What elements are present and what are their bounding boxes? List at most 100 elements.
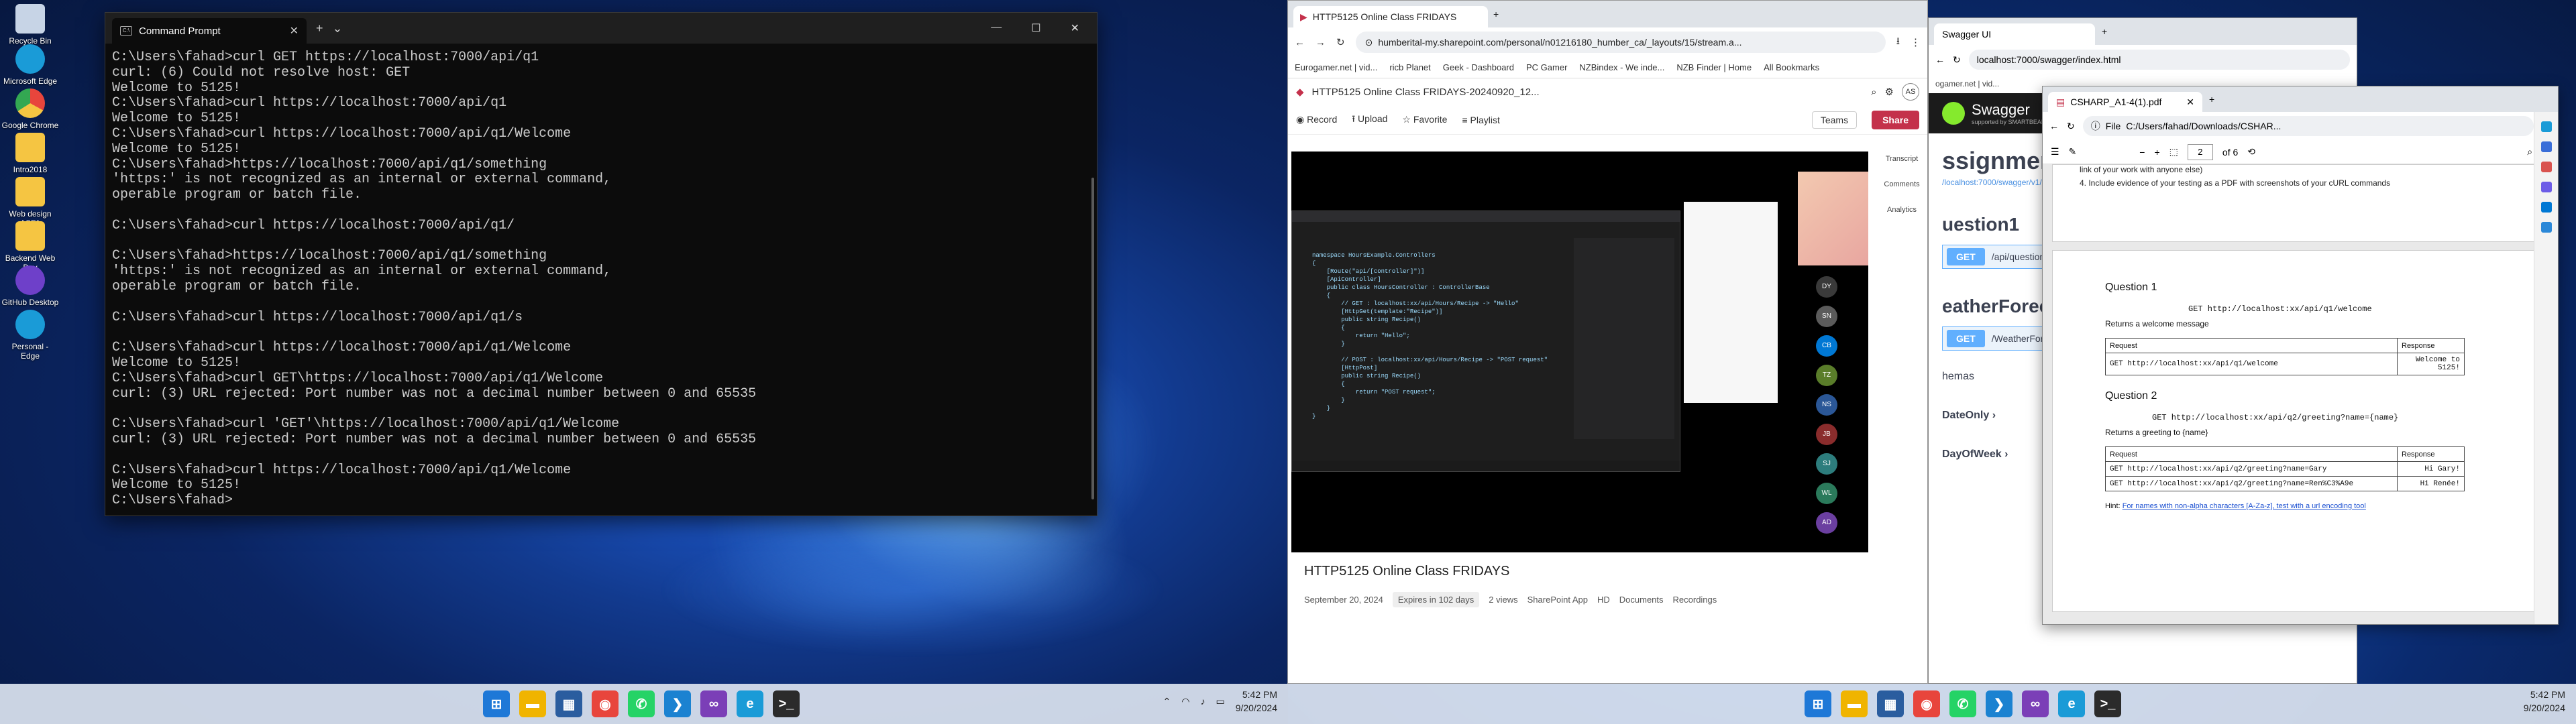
vscode-icon[interactable]: ❯: [664, 690, 691, 717]
desktop-icon-recycle-bin[interactable]: Recycle Bin: [1, 4, 59, 46]
address-bar[interactable]: ⓘ File C:/Users/fahad/Downloads/CSHAR...: [2082, 116, 2534, 136]
chrome-icon[interactable]: ◉: [592, 690, 619, 717]
visual-studio-icon[interactable]: ∞: [700, 690, 727, 717]
minimize-button[interactable]: —: [991, 21, 1002, 35]
close-button[interactable]: ✕: [1071, 21, 1079, 35]
toolbar-playlist-button[interactable]: ≡ Playlist: [1462, 115, 1499, 125]
meta-item[interactable]: Recordings: [1673, 595, 1717, 605]
bookmark-item[interactable]: All Bookmarks: [1764, 62, 1819, 72]
clock[interactable]: 5:42 PM 9/20/2024: [1236, 688, 1277, 715]
desktop-icon-edge-personal[interactable]: Personal - Edge: [1, 310, 59, 361]
fit-page-icon[interactable]: ⬚: [2169, 146, 2178, 158]
new-tab-button[interactable]: +: [1493, 9, 1499, 19]
browser-tab[interactable]: Swagger UI: [1934, 23, 2095, 45]
bookmark-item[interactable]: ricb Planet: [1389, 62, 1430, 72]
bookmark-item[interactable]: NZBindex - We inde...: [1579, 62, 1664, 72]
chrome-icon[interactable]: ◉: [1913, 690, 1940, 717]
wifi-icon[interactable]: ◠: [1181, 696, 1189, 707]
meta-item[interactable]: Documents: [1619, 595, 1664, 605]
bookmark-item[interactable]: NZB Finder | Home: [1676, 62, 1752, 72]
back-icon[interactable]: ←: [1295, 37, 1305, 48]
calculator-icon[interactable]: ▦: [555, 690, 582, 717]
address-bar[interactable]: localhost:7000/swagger/index.html: [1968, 50, 2350, 70]
windows-start-icon[interactable]: ⊞: [1805, 690, 1831, 717]
shopping-icon[interactable]: [2540, 162, 2552, 172]
bookmark-item[interactable]: PC Gamer: [1526, 62, 1567, 72]
new-tab-button[interactable]: +: [2102, 26, 2107, 37]
desktop-icon-chrome[interactable]: Google Chrome: [1, 88, 59, 130]
rail-analytics-button[interactable]: Analytics: [1882, 206, 1922, 214]
search-icon[interactable]: [2540, 141, 2552, 152]
clock[interactable]: 5:42 PM 9/20/2024: [2524, 688, 2565, 715]
whatsapp-icon[interactable]: ✆: [628, 690, 655, 717]
browser-tab[interactable]: ▤ CSHARP_A1-4(1).pdf ✕: [2048, 92, 2202, 112]
pdf-canvas[interactable]: link of your work with anyone else) 4. I…: [2043, 164, 2558, 624]
rotate-icon[interactable]: ⟲: [2247, 146, 2255, 158]
share-button[interactable]: Share: [1872, 110, 1919, 129]
reload-icon[interactable]: ↻: [1953, 54, 1961, 66]
desktop-icon-folder[interactable]: Web design ASF1: [1, 177, 59, 228]
reload-icon[interactable]: ↻: [1336, 36, 1345, 48]
close-icon[interactable]: ✕: [2186, 97, 2194, 108]
cmd-titlebar[interactable]: C:\ Command Prompt ✕ + ⌄ — ☐ ✕: [105, 13, 1097, 44]
maximize-button[interactable]: ☐: [1031, 21, 1040, 35]
terminal-icon[interactable]: >_: [773, 690, 800, 717]
desktop-icon-edge[interactable]: Microsoft Edge: [1, 44, 59, 86]
desktop-icon-folder[interactable]: Backend Web Dev: [1, 221, 59, 272]
edge-icon[interactable]: e: [2058, 690, 2085, 717]
video-player[interactable]: namespace HoursExample.Controllers { [Ro…: [1291, 152, 1868, 552]
url-encoding-tool-link[interactable]: For names with non-alpha characters [A-Z…: [2123, 502, 2366, 510]
volume-icon[interactable]: ♪: [1200, 696, 1205, 707]
games-icon[interactable]: [2540, 222, 2552, 233]
teams-button[interactable]: Teams: [1811, 111, 1858, 129]
search-icon[interactable]: ⌕: [1871, 86, 1876, 98]
calculator-icon[interactable]: ▦: [1877, 690, 1904, 717]
outlook-icon[interactable]: [2540, 202, 2552, 213]
visual-studio-icon[interactable]: ∞: [2022, 690, 2049, 717]
settings-icon[interactable]: ⚙: [1885, 86, 1894, 98]
chevron-up-icon[interactable]: ⌃: [1163, 696, 1171, 707]
toolbar-upload-button[interactable]: ⭱ Upload: [1352, 112, 1387, 128]
page-number-input[interactable]: 2: [2187, 143, 2213, 160]
bookmark-item[interactable]: Geek - Dashboard: [1443, 62, 1514, 72]
address-bar[interactable]: ⊙ humberital-my.sharepoint.com/personal/…: [1355, 32, 1886, 53]
draw-icon[interactable]: ✎: [2069, 146, 2077, 158]
back-icon[interactable]: ←: [2049, 121, 2059, 131]
cmd-output[interactable]: C:\Users\fahad>curl GET https://localhos…: [105, 44, 1097, 516]
forward-icon[interactable]: →: [1316, 37, 1326, 48]
avatar[interactable]: AS: [1902, 83, 1919, 101]
new-tab-button[interactable]: +: [2209, 94, 2214, 105]
edge-icon[interactable]: e: [737, 690, 763, 717]
toolbar-favorite-button[interactable]: ☆ Favorite: [1402, 114, 1447, 125]
windows-start-icon[interactable]: ⊞: [483, 690, 510, 717]
bookmark-item[interactable]: Eurogamer.net | vid...: [1295, 62, 1377, 72]
desktop-icon-folder[interactable]: Intro2018: [1, 133, 59, 174]
battery-icon[interactable]: ▭: [1216, 696, 1224, 707]
terminal-icon[interactable]: >_: [2094, 690, 2121, 717]
cmd-line: Welcome to 5125!: [112, 111, 241, 127]
vscode-icon[interactable]: ❯: [1986, 690, 2012, 717]
cmd-tab[interactable]: C:\ Command Prompt ✕: [112, 18, 307, 44]
chevron-down-icon[interactable]: ⌄: [333, 21, 343, 36]
zoom-out-icon[interactable]: −: [2139, 147, 2145, 158]
reload-icon[interactable]: ↻: [2067, 121, 2075, 132]
close-icon[interactable]: ✕: [290, 24, 299, 38]
desktop-icon-github[interactable]: GitHub Desktop: [1, 265, 59, 307]
whatsapp-icon[interactable]: ✆: [1949, 690, 1976, 717]
download-icon[interactable]: ⭳: [1896, 34, 1900, 51]
file-explorer-icon[interactable]: ▬: [519, 690, 546, 717]
rail-transcript-button[interactable]: Transcript: [1882, 155, 1922, 163]
rail-comments-button[interactable]: Comments: [1882, 180, 1922, 188]
browser-tab[interactable]: ▶ HTTP5125 Online Class FRIDAYS: [1293, 6, 1488, 27]
file-explorer-icon[interactable]: ▬: [1841, 690, 1868, 717]
zoom-in-icon[interactable]: +: [2154, 147, 2159, 158]
tools-icon[interactable]: [2540, 182, 2552, 192]
contents-icon[interactable]: ☰: [2051, 146, 2059, 158]
back-icon[interactable]: ←: [1935, 54, 1945, 65]
copilot-icon[interactable]: [2540, 121, 2552, 132]
new-tab-button[interactable]: +: [316, 21, 323, 36]
toolbar-record-button[interactable]: ◉ Record: [1296, 114, 1337, 125]
menu-icon[interactable]: ⋮: [1911, 36, 1921, 48]
search-icon[interactable]: ⌕: [2527, 146, 2532, 158]
scrollbar[interactable]: [1091, 178, 1094, 499]
